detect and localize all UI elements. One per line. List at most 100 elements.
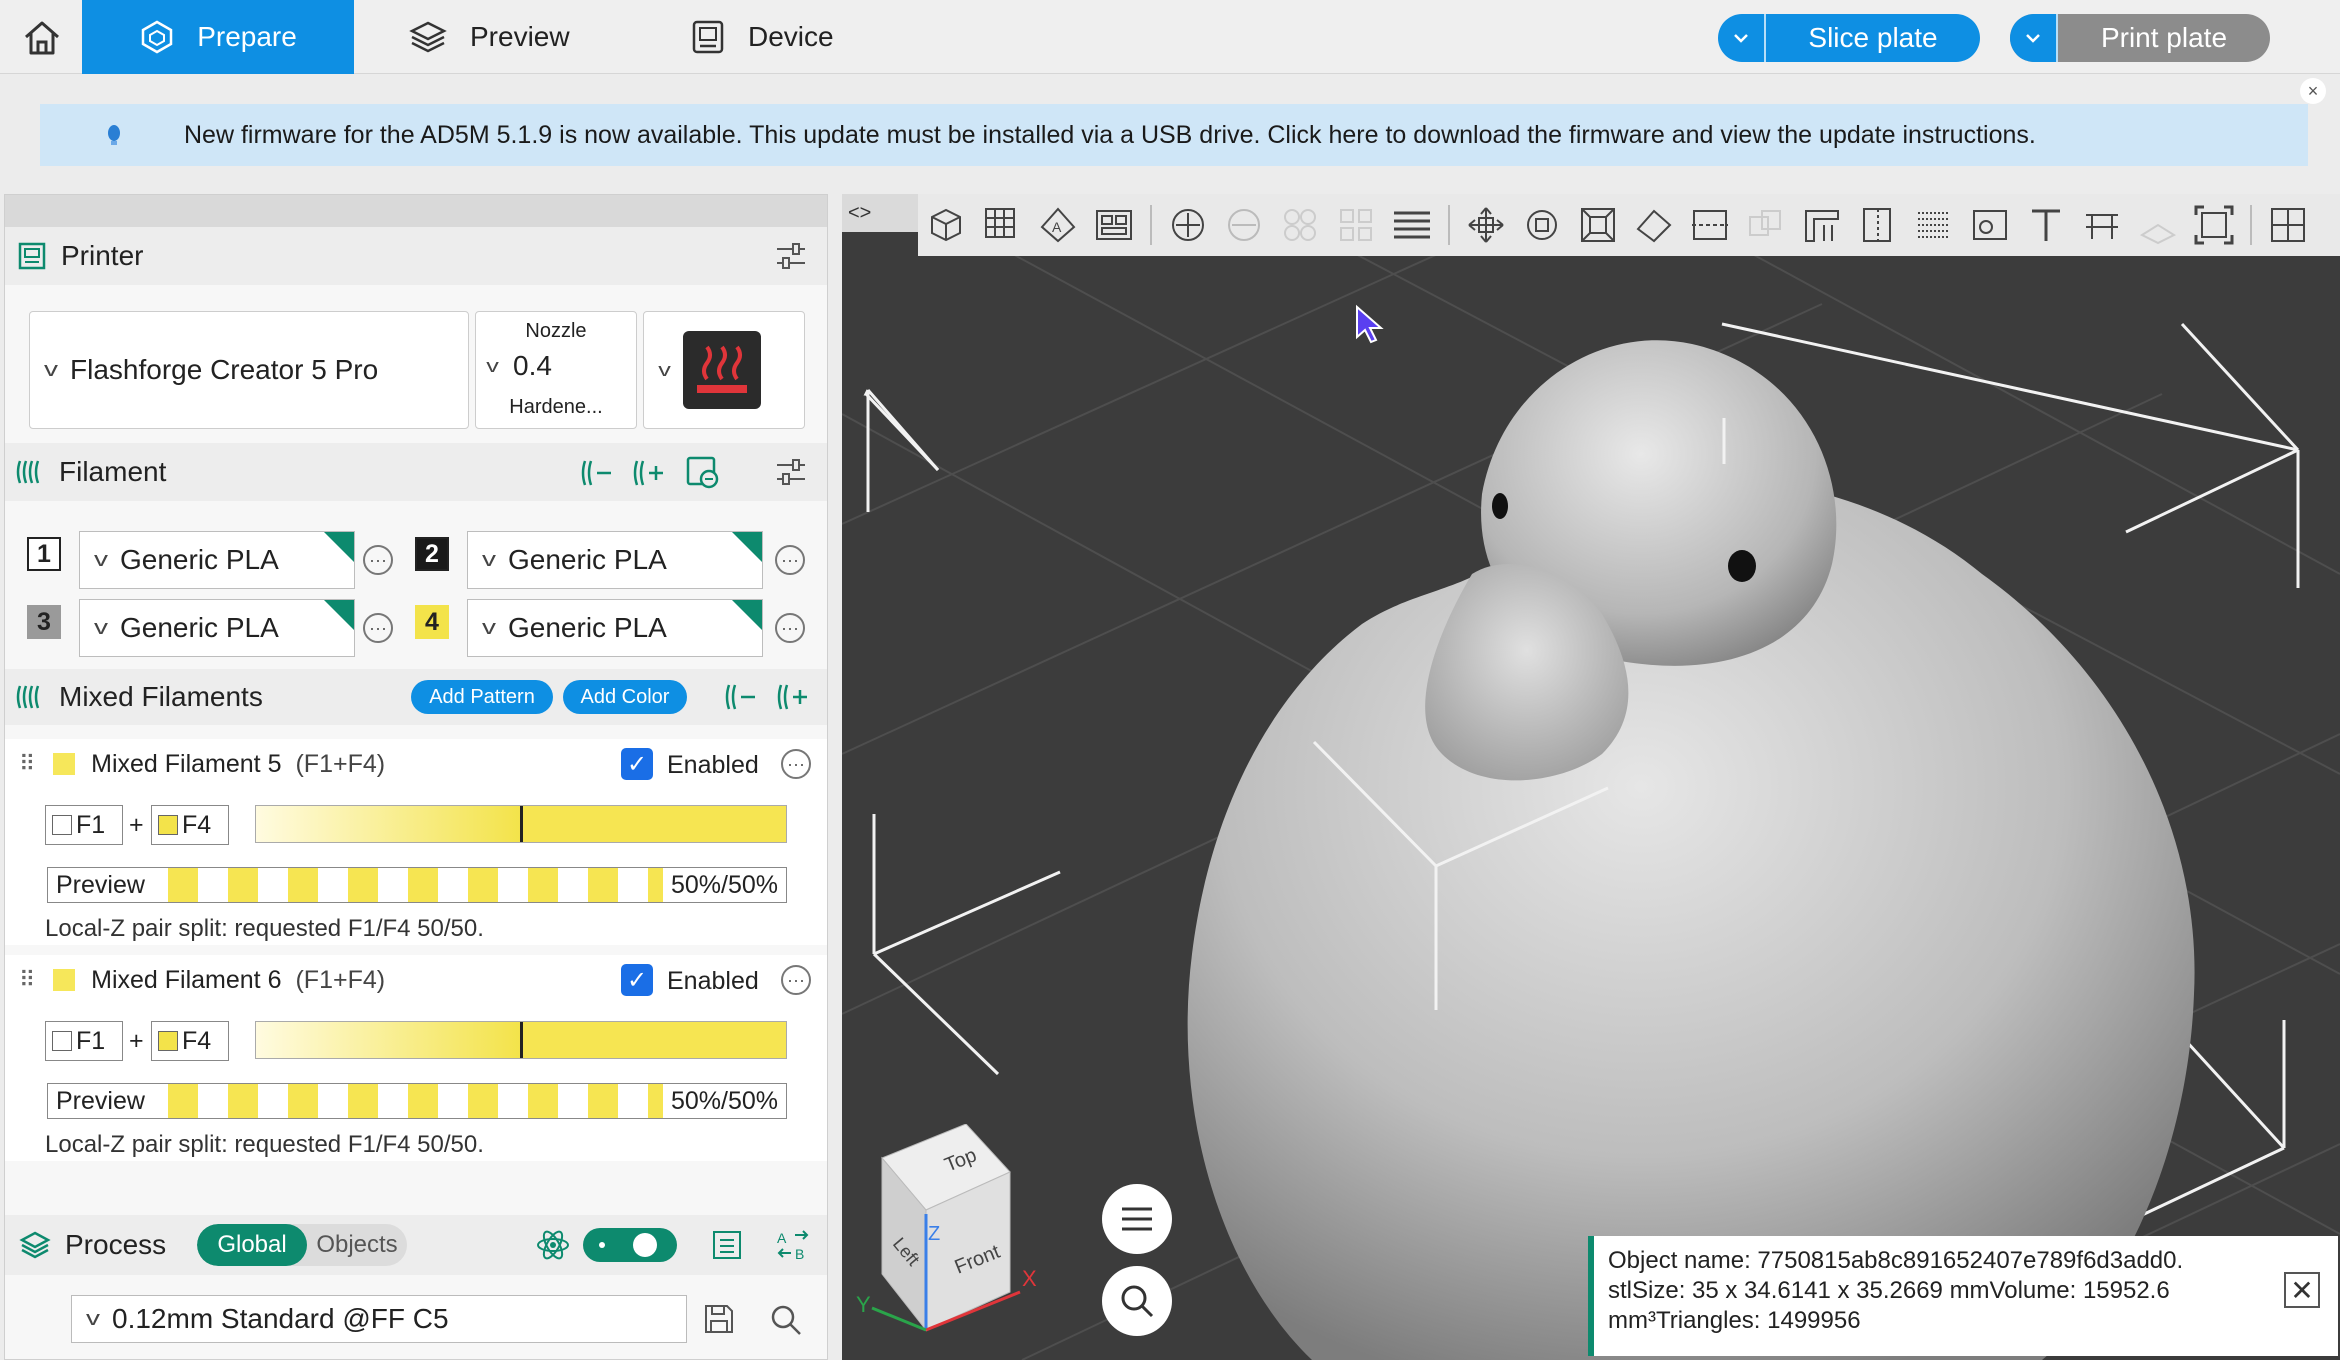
mixed-filament-more-button[interactable]: ··· [781,965,811,995]
process-preset-label: 0.12mm Standard @FF C5 [112,1303,449,1334]
mix-ratio-slider[interactable] [255,805,787,843]
component-b-select[interactable]: F4 [151,805,229,845]
color-swatch [52,1031,72,1051]
filament-slot-4-more-button[interactable]: ··· [775,613,805,643]
list-icon[interactable] [711,1229,743,1261]
process-preset-select[interactable]: v 0.12mm Standard @FF C5 [71,1295,687,1343]
axis-z-label: Z [928,1223,940,1245]
seam-painting-button[interactable] [1850,197,1906,253]
collapse-sidebar-button[interactable]: <> [842,194,918,232]
component-b-select[interactable]: F4 [151,1021,229,1061]
mixed-filament-more-button[interactable]: ··· [781,749,811,779]
compare-icon[interactable]: AB [775,1227,811,1263]
measure-tool-button[interactable] [2074,197,2130,253]
ratio-handle[interactable] [520,1022,523,1058]
advanced-toggle[interactable] [583,1228,677,1262]
text-tool-button[interactable] [2018,197,2074,253]
remove-filament-icon[interactable] [581,457,615,489]
filament-slot-3-more-button[interactable]: ··· [363,613,393,643]
nozzle-select[interactable]: Nozzle v 0.4 Hardene... [475,311,637,429]
filament-slot-1-name: Generic PLA [120,544,279,575]
auto-orient-button[interactable]: A [1030,197,1086,253]
rotate-tool-button[interactable] [1514,197,1570,253]
search-icon[interactable] [769,1303,803,1337]
split-objects-button[interactable] [1272,197,1328,253]
save-icon[interactable] [703,1303,735,1335]
view-cube[interactable]: Top Front Left Z X Y [842,1124,1042,1360]
filament-sync-icon[interactable] [685,455,721,491]
cut-icon [1692,210,1728,240]
scale-tool-button[interactable] [1570,197,1626,253]
color-painting-button[interactable] [1962,197,2018,253]
filament-slot-1-more-button[interactable]: ··· [363,545,393,575]
3d-viewport[interactable]: <> A Top Front Left Z X Y [842,194,2340,1360]
notice-close-button[interactable]: × [2300,78,2326,104]
filament-settings-icon[interactable] [775,457,807,487]
printer-model-select[interactable]: v Flashforge Creator 5 Pro [29,311,469,429]
filament-slot-4-select[interactable]: v Generic PLA [467,599,763,657]
layers-editing-button[interactable] [1384,197,1440,253]
drag-handle-icon[interactable]: ⠿ [19,751,35,777]
remove-mixed-icon[interactable] [725,681,759,713]
ratio-handle[interactable] [520,806,523,842]
component-a-select[interactable]: F1 [45,1021,123,1061]
filament-slot-2-more-button[interactable]: ··· [775,545,805,575]
bed-type-select[interactable]: v [643,311,805,429]
filament-slot-1-select[interactable]: v Generic PLA [79,531,355,589]
remove-instance-button[interactable] [1216,197,1272,253]
print-plate-label[interactable]: Print plate [2058,14,2270,62]
drag-handle-icon[interactable]: ⠿ [19,967,35,993]
move-tool-button[interactable] [1458,197,1514,253]
grid-plus-icon [985,208,1015,238]
split-parts-button[interactable] [1328,197,1384,253]
atom-icon[interactable] [535,1227,571,1263]
chevron-down-icon: v [44,358,58,381]
filament-slot-2-select[interactable]: v Generic PLA [467,531,763,589]
add-instance-button[interactable] [1160,197,1216,253]
object-info-close-button[interactable]: ✕ [2284,1272,2320,1308]
top-bar: Prepare Preview Device Slice plate Print… [0,0,2340,74]
add-plate-button[interactable] [974,197,1030,253]
mix-ratio-slider[interactable] [255,1021,787,1059]
zoom-view-button[interactable] [1102,1266,1172,1336]
firmware-notification[interactable]: New firmware for the AD5M 5.1.9 is now a… [40,104,2308,166]
slice-dropdown-button[interactable] [1718,14,1766,62]
home-icon [25,21,59,55]
viewport-toolbar: A [918,194,2340,256]
printer-model-label: Flashforge Creator 5 Pro [70,354,379,385]
scope-global-option[interactable]: Global [197,1224,307,1266]
add-color-button[interactable]: Add Color [563,680,687,714]
print-dropdown-button[interactable] [2010,14,2058,62]
home-button[interactable] [14,14,70,62]
filament-synced-marker [732,600,762,630]
add-object-button[interactable] [918,197,974,253]
tab-prepare[interactable]: Prepare [82,0,354,74]
chevron-down-icon: v [658,359,671,380]
add-filament-icon[interactable] [633,457,667,489]
support-painting-button[interactable] [1794,197,1850,253]
fuzzy-skin-painting-button[interactable] [1906,197,1962,253]
add-pattern-button[interactable]: Add Pattern [411,680,553,714]
assembly-button[interactable] [2130,197,2186,253]
fuzzy-skin-icon [1918,212,1950,238]
slice-plate-label[interactable]: Slice plate [1766,14,1980,62]
arrange-button[interactable] [1086,197,1142,253]
filament-slot-3-select[interactable]: v Generic PLA [79,599,355,657]
add-mixed-icon[interactable] [777,681,811,713]
scope-objects-option[interactable]: Objects [307,1224,407,1266]
enabled-checkbox[interactable]: ✓ [621,964,653,996]
split-view-button[interactable] [2260,197,2316,253]
chevron-down-icon [1734,34,1748,43]
tab-device[interactable]: Device [690,0,834,74]
fit-view-button[interactable] [2186,197,2242,253]
view-menu-button[interactable] [1102,1184,1172,1254]
cut-tool-button[interactable] [1682,197,1738,253]
component-a-select[interactable]: F1 [45,805,123,845]
tab-preview[interactable]: Preview [408,0,570,74]
settings-sliders-icon[interactable] [775,241,807,271]
enabled-checkbox[interactable]: ✓ [621,748,653,780]
mesh-boolean-button[interactable] [1738,197,1794,253]
split-parts-icon [1340,209,1372,241]
lay-on-face-button[interactable] [1626,197,1682,253]
move-icon [1468,207,1504,243]
